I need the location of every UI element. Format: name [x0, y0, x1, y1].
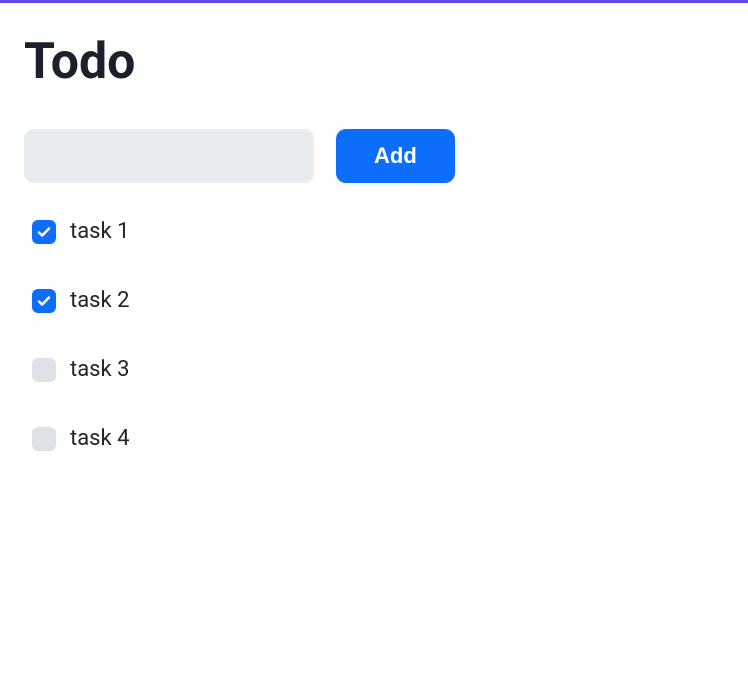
task-checkbox[interactable] — [32, 220, 56, 244]
new-task-input[interactable] — [24, 129, 314, 183]
task-item: task 4 — [24, 426, 724, 451]
new-task-row: Add — [24, 129, 724, 183]
task-checkbox[interactable] — [32, 289, 56, 313]
check-icon — [36, 224, 52, 240]
task-item: task 3 — [24, 357, 724, 382]
task-item: task 1 — [24, 219, 724, 244]
task-checkbox[interactable] — [32, 427, 56, 451]
task-checkbox[interactable] — [32, 358, 56, 382]
task-item: task 2 — [24, 288, 724, 313]
task-label: task 2 — [70, 288, 130, 313]
add-button[interactable]: Add — [336, 129, 455, 183]
check-icon — [36, 293, 52, 309]
task-label: task 4 — [70, 426, 130, 451]
task-list: task 1 task 2 task 3 task 4 — [24, 219, 724, 451]
task-label: task 3 — [70, 357, 130, 382]
task-label: task 1 — [70, 219, 130, 244]
page-title: Todo — [24, 33, 724, 91]
